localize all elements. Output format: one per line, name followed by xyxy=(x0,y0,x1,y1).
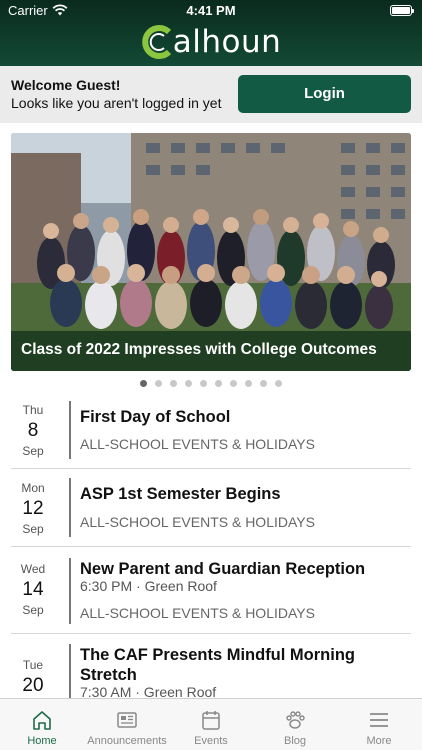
event-divider xyxy=(69,401,71,459)
home-icon xyxy=(33,711,51,730)
event-title: ASP 1st Semester Begins xyxy=(80,485,281,503)
welcome-banner: Welcome Guest! Looks like you aren't log… xyxy=(0,66,422,123)
app-screen: Carrier 4:41 PM alhoun Welcome Guest! Lo… xyxy=(0,0,422,750)
event-row[interactable]: Thu 8 Sep First Day of School ALL-SCHOOL EVE… xyxy=(11,392,411,469)
carousel-dot[interactable] xyxy=(275,380,282,387)
event-day: 20 xyxy=(22,675,44,696)
event-time-location: 7:30 AM · Green Roof xyxy=(80,684,217,698)
school-logo: alhoun xyxy=(0,24,422,64)
event-category: ALL-SCHOOL EVENTS & HOLIDAYS xyxy=(80,436,315,452)
event-month: Sep xyxy=(22,603,44,617)
welcome-subtitle: Looks like you aren't logged in yet xyxy=(11,95,222,111)
logo-c-mark xyxy=(141,25,171,59)
event-date: Wed 14 Sep xyxy=(11,562,55,617)
login-button[interactable]: Login xyxy=(238,75,411,113)
newspaper-icon xyxy=(117,712,137,728)
event-title: The CAF Presents Mindful Morning Stretch xyxy=(80,646,355,684)
carousel-dot[interactable] xyxy=(170,380,177,387)
battery-icon xyxy=(390,5,414,16)
app-header: Carrier 4:41 PM alhoun xyxy=(0,0,422,66)
status-bar: Carrier 4:41 PM xyxy=(0,0,422,22)
carousel-dot[interactable] xyxy=(185,380,192,387)
tab-label: Announcements xyxy=(87,735,167,747)
carousel-dot[interactable] xyxy=(140,380,147,387)
event-date: Tue20Sep xyxy=(11,658,55,698)
tab-announcements[interactable]: Announcements xyxy=(85,699,169,750)
event-weekday: Wed xyxy=(20,562,46,576)
tab-blog[interactable]: Blog xyxy=(253,699,337,750)
event-category: ALL-SCHOOL EVENTS & HOLIDAYS xyxy=(80,514,315,530)
paw-icon xyxy=(286,711,305,729)
tab-home[interactable]: Home xyxy=(0,699,84,750)
event-category: ALL-SCHOOL EVENTS & HOLIDAYS xyxy=(80,605,315,621)
hero-caption: Class of 2022 Impresses with College Out… xyxy=(21,341,377,358)
welcome-title: Welcome Guest! xyxy=(11,77,121,93)
event-month: Sep xyxy=(22,444,44,458)
event-time-location: 6:30 PM · Green Roof xyxy=(80,578,217,594)
tab-label: Blog xyxy=(283,735,307,747)
carousel-page-indicator[interactable] xyxy=(0,380,422,390)
carousel-dot[interactable] xyxy=(260,380,267,387)
event-date: Thu 8 Sep xyxy=(11,403,55,458)
event-day: 12 xyxy=(22,498,44,519)
tab-label: More xyxy=(366,735,392,747)
event-weekday: Tue xyxy=(22,658,44,672)
events-list: Thu 8 Sep First Day of School ALL-SCHOOL EVE… xyxy=(0,392,422,698)
event-divider xyxy=(69,478,71,537)
event-day: 8 xyxy=(27,420,39,441)
event-title: First Day of School xyxy=(80,408,231,426)
event-row[interactable]: Tue20SepThe CAF Presents Mindful Morning… xyxy=(11,634,411,698)
event-row[interactable]: Mon 12 Sep ASP 1st Semester Begins ALL-SCHOO… xyxy=(11,469,411,547)
carousel-dot[interactable] xyxy=(215,380,222,387)
menu-icon xyxy=(370,713,388,727)
carousel-dot[interactable] xyxy=(245,380,252,387)
carousel-dot[interactable] xyxy=(155,380,162,387)
hero-caption-bar: Class of 2022 Impresses with College Out… xyxy=(11,331,411,371)
event-divider xyxy=(69,558,71,624)
event-divider xyxy=(69,644,71,698)
event-month: Sep xyxy=(22,522,44,536)
tab-bar: Home Announcements Events Blog More xyxy=(0,698,422,750)
clock-label: 4:41 PM xyxy=(186,3,236,18)
tab-more[interactable]: More xyxy=(337,699,421,750)
event-day: 14 xyxy=(22,579,44,600)
tab-label: Home xyxy=(27,735,57,747)
carousel-dot[interactable] xyxy=(200,380,207,387)
logo-text: alhoun xyxy=(172,24,282,60)
tab-events[interactable]: Events xyxy=(169,699,253,750)
event-date: Mon 12 Sep xyxy=(11,481,55,536)
calendar-icon xyxy=(202,711,220,730)
event-weekday: Mon xyxy=(21,481,45,495)
hero-slide[interactable]: Class of 2022 Impresses with College Out… xyxy=(11,133,411,371)
tab-label: Events xyxy=(194,735,228,747)
event-row[interactable]: Wed 14 Sep New Parent and Guardian Receptio… xyxy=(11,547,411,634)
carousel-dot[interactable] xyxy=(230,380,237,387)
event-weekday: Thu xyxy=(22,403,44,417)
event-title: New Parent and Guardian Reception xyxy=(80,560,366,578)
